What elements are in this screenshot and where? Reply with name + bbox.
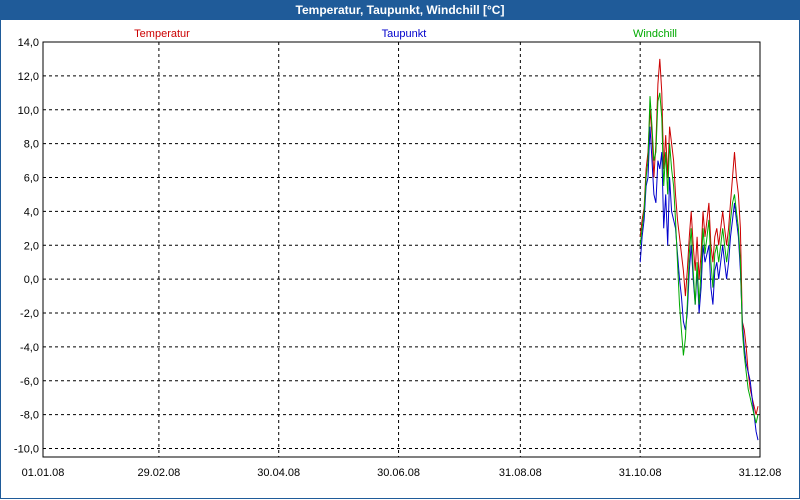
series-lines bbox=[639, 58, 759, 441]
y-tick-label: 10,0 bbox=[18, 105, 39, 117]
y-tick-label: 14,0 bbox=[18, 37, 39, 49]
y-tick-label: -2,0 bbox=[20, 308, 39, 320]
x-tick-label: 31.10.08 bbox=[619, 467, 662, 479]
legend-item-taupunkt: Taupunkt bbox=[382, 28, 427, 40]
x-axis-tick-labels: 01.01.08 29.02.08 30.04.08 30.06.08 31.08.08… bbox=[22, 467, 782, 479]
chart-plot: 14,0 12,0 10,0 8,0 6,0 4,0 2,0 0,0 -2,0 -4,0 -6,0 -… bbox=[14, 28, 782, 479]
x-tick-label: 31.08.08 bbox=[499, 467, 542, 479]
y-tick-label: 0,0 bbox=[24, 274, 39, 286]
x-tick-label: 30.04.08 bbox=[257, 467, 300, 479]
series-line-windchill bbox=[639, 92, 759, 424]
x-tick-label: 01.01.08 bbox=[22, 467, 65, 479]
legend: Temperatur Taupunkt Windchill bbox=[134, 28, 677, 40]
x-tick-label: 29.02.08 bbox=[137, 467, 180, 479]
grid-lines bbox=[43, 42, 760, 457]
y-tick-label: 12,0 bbox=[18, 71, 39, 83]
y-tick-label: 6,0 bbox=[24, 173, 39, 185]
y-tick-label: -4,0 bbox=[20, 342, 39, 354]
y-tick-label: 8,0 bbox=[24, 139, 39, 151]
y-tick-label: 4,0 bbox=[24, 206, 39, 218]
x-tick-label: 30.06.08 bbox=[377, 467, 420, 479]
y-tick-label: -8,0 bbox=[20, 410, 39, 422]
plot-area-border bbox=[42, 41, 761, 458]
series-line-taupunkt bbox=[639, 126, 759, 441]
y-axis-tick-labels: 14,0 12,0 10,0 8,0 6,0 4,0 2,0 0,0 -2,0 -4,0 -6,0 -… bbox=[14, 37, 39, 456]
legend-item-temperatur: Temperatur bbox=[134, 28, 190, 40]
y-tick-label: 2,0 bbox=[24, 240, 39, 252]
y-tick-label: -6,0 bbox=[20, 376, 39, 388]
legend-item-windchill: Windchill bbox=[633, 28, 677, 40]
y-tick-label: -10,0 bbox=[14, 444, 39, 456]
x-tick-label: 31.12.08 bbox=[739, 467, 782, 479]
